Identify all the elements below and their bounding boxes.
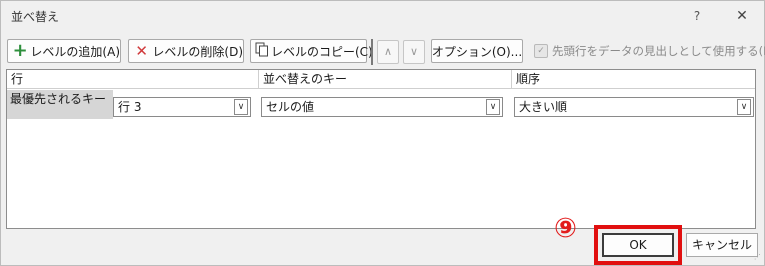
plus-icon: + [12, 40, 28, 61]
order-select-value: 大きい順 [519, 100, 568, 114]
cancel-button[interactable]: キャンセル [686, 233, 758, 257]
options-button[interactable]: オプション(O)... [431, 39, 523, 63]
toolbar-separator [371, 39, 373, 65]
sort-on-select[interactable]: セルの値 ∨ [261, 97, 503, 117]
delete-level-button[interactable]: ✕ レベルの削除(D) [128, 39, 244, 63]
options-label: オプション(O)... [431, 44, 523, 59]
add-level-button[interactable]: + レベルの追加(A) [7, 39, 121, 63]
column-header-sort-on: 並べ替えのキー [259, 70, 512, 89]
dialog-title: 並べ替え [11, 10, 60, 24]
sort-dialog: 並べ替え ? ✕ + レベルの追加(A) ✕ レベルの削除(D) レベルのコピー… [0, 0, 765, 266]
resize-grip-icon[interactable]: ⋰ [754, 254, 764, 265]
header-row-checkbox[interactable]: ✓ [534, 44, 548, 58]
delete-x-icon: ✕ [135, 42, 148, 60]
move-up-button[interactable]: ∧ [377, 40, 399, 64]
copy-icon [255, 42, 269, 60]
title-bar: 並べ替え ? ✕ [1, 1, 764, 31]
close-button[interactable]: ✕ [729, 4, 755, 28]
header-row-checkbox-label: 先頭行をデータの見出しとして使用する(H) [552, 44, 765, 58]
chevron-down-icon[interactable]: ∨ [737, 99, 751, 115]
help-button[interactable]: ? [685, 5, 709, 27]
chevron-down-icon[interactable]: ∨ [486, 99, 500, 115]
copy-level-button[interactable]: レベルのコピー(C) [250, 39, 373, 63]
chevron-down-icon[interactable]: ∨ [234, 99, 248, 115]
column-select[interactable]: 行 3 ∨ [113, 97, 251, 117]
add-level-label: レベルの追加(A) [30, 44, 120, 59]
move-down-button[interactable]: ∨ [403, 40, 425, 64]
order-select[interactable]: 大きい順 ∨ [514, 97, 754, 117]
copy-level-label: レベルのコピー(C) [271, 44, 373, 59]
sort-on-select-value: セルの値 [266, 100, 315, 114]
step-number-marker: ⑨ [554, 213, 577, 244]
column-header-order: 順序 [512, 70, 755, 89]
ok-button[interactable]: OK [602, 233, 674, 257]
row-label-primary-key: 最優先されるキー [7, 90, 113, 119]
column-select-value: 行 3 [118, 100, 142, 114]
sort-levels-grid: 行 並べ替えのキー 順序 最優先されるキー 行 3 ∨ セルの値 ∨ 大きい順 … [6, 69, 756, 229]
delete-level-label: レベルの削除(D) [152, 44, 243, 59]
column-header-column: 行 [7, 70, 259, 89]
